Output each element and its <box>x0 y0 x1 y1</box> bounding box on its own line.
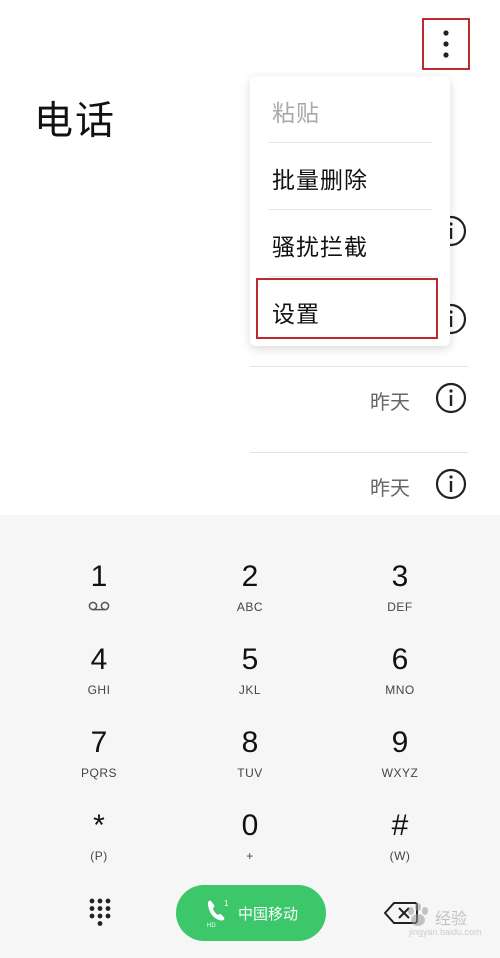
key-digit: 7 <box>90 726 108 759</box>
hd-badge: HD <box>207 923 216 928</box>
key-7[interactable]: 7 PQRS <box>49 725 149 805</box>
key-digit: 6 <box>391 643 409 676</box>
key-hash[interactable]: # (W) <box>350 808 450 888</box>
baidu-paw-icon <box>408 903 428 926</box>
key-digit: 9 <box>391 726 409 759</box>
page-title: 电话 <box>34 99 117 144</box>
key-digit: * <box>93 809 105 842</box>
key-letters: GHI <box>87 683 111 697</box>
sim-number: 1 <box>224 899 229 908</box>
key-digit: 8 <box>241 726 259 759</box>
watermark-text: 经验 <box>435 909 468 928</box>
menu-item-label: 粘贴 <box>272 101 320 127</box>
more-options-button[interactable] <box>422 18 470 70</box>
call-log-row[interactable]: 昨天 <box>250 366 468 432</box>
menu-item-label: 骚扰拦截 <box>272 235 368 261</box>
key-letters: (W) <box>389 849 411 863</box>
key-letters: DEF <box>387 600 413 614</box>
key-letters: (P) <box>90 849 108 863</box>
more-vert-icon <box>443 30 449 58</box>
call-log-row[interactable]: 昨天 <box>250 452 468 515</box>
key-digit: 2 <box>241 560 259 593</box>
info-icon[interactable] <box>434 381 468 415</box>
watermark-url: jingyan.baidu.com <box>409 927 482 937</box>
key-5[interactable]: 5 JKL <box>200 642 300 722</box>
info-icon[interactable] <box>434 467 468 501</box>
key-digit: 4 <box>90 643 108 676</box>
key-star[interactable]: * (P) <box>49 808 149 888</box>
key-digit: 1 <box>90 560 108 593</box>
call-time: 昨天 <box>370 476 410 500</box>
dialpad-toggle-icon[interactable] <box>88 897 112 927</box>
key-letters: + <box>246 849 254 863</box>
watermark: 经验 jingyan.baidu.com <box>405 903 495 943</box>
carrier-label: 中国移动 <box>237 904 298 923</box>
key-8[interactable]: 8 TUV <box>200 725 300 805</box>
key-letters: MNO <box>385 683 415 697</box>
key-letters: WXYZ <box>381 766 419 780</box>
menu-item-label: 批量删除 <box>272 168 368 194</box>
key-letters: JKL <box>238 683 262 697</box>
key-0[interactable]: 0 + <box>200 808 300 888</box>
key-digit: 0 <box>241 809 259 842</box>
divider <box>250 366 468 367</box>
key-digit: 5 <box>241 643 259 676</box>
menu-item-batch-delete[interactable]: 批量删除 <box>250 143 450 210</box>
call-button[interactable]: 1 HD 中国移动 <box>176 885 326 941</box>
key-6[interactable]: 6 MNO <box>350 642 450 722</box>
call-time: 昨天 <box>370 390 410 414</box>
voicemail-icon <box>88 596 110 615</box>
key-9[interactable]: 9 WXYZ <box>350 725 450 805</box>
key-letters: PQRS <box>80 766 117 780</box>
key-letters: TUV <box>237 766 263 780</box>
key-digit: # <box>391 809 409 842</box>
menu-item-harassment-block[interactable]: 骚扰拦截 <box>250 210 450 277</box>
key-3[interactable]: 3 DEF <box>350 559 450 639</box>
key-digit: 3 <box>391 560 409 593</box>
highlight-box <box>256 278 438 339</box>
key-1[interactable]: 1 <box>49 559 149 639</box>
menu-item-paste: 粘贴 <box>250 76 450 143</box>
key-letters: ABC <box>236 600 264 614</box>
divider <box>250 452 468 453</box>
key-4[interactable]: 4 GHI <box>49 642 149 722</box>
key-2[interactable]: 2 ABC <box>200 559 300 639</box>
phone-icon: 1 HD <box>207 899 229 928</box>
